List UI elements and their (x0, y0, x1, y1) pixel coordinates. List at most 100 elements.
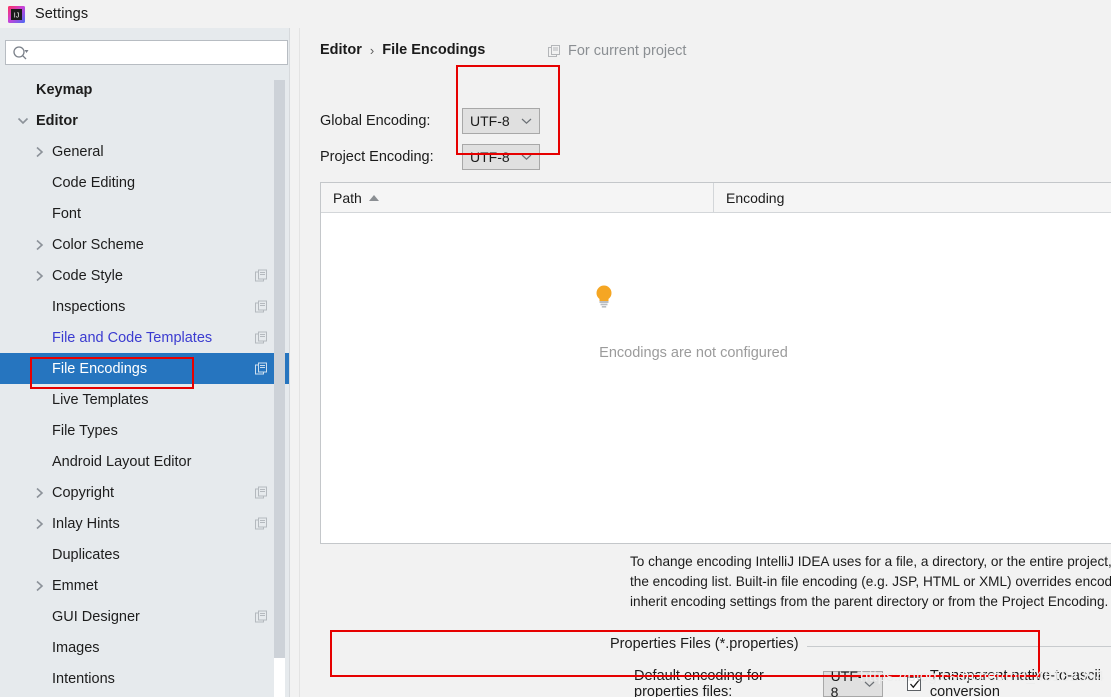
sidebar-item-label: Inspections (52, 298, 126, 315)
project-encoding-combobox[interactable]: UTF-8 (462, 144, 540, 170)
description-text: To change encoding IntelliJ IDEA uses fo… (630, 552, 1111, 612)
project-encoding-value: UTF-8 (470, 149, 510, 165)
chevron-right-icon[interactable] (30, 143, 48, 161)
encodings-table[interactable]: Path Encoding Encodings are not configur… (320, 182, 1111, 544)
sidebar-item-label: General (52, 143, 104, 160)
sidebar-item-label: Copyright (52, 484, 115, 501)
sidebar-item-color-scheme[interactable]: Color Scheme (0, 229, 290, 260)
sidebar-item-label: GUI Designer (52, 608, 140, 625)
global-encoding-label: Global Encoding: (320, 113, 431, 129)
window-title: Settings (35, 6, 89, 22)
sidebar-item-label: File Encodings (52, 360, 148, 377)
chevron-down-icon[interactable] (14, 112, 32, 130)
description-line: inherit encoding settings from the paren… (630, 594, 1109, 609)
settings-window: IJ Settings Keymap Editor General Code Edit… (0, 0, 1111, 697)
properties-group-title: Properties Files (*.properties) (610, 636, 807, 652)
sidebar-item-code-editing[interactable]: Code Editing (0, 167, 290, 198)
watermark: https://blog.csdn.net/m0_46132054 (860, 668, 1105, 685)
sidebar-item-gui-designer[interactable]: GUI Designer (0, 601, 290, 632)
search-box[interactable] (5, 40, 288, 65)
breadcrumb: Editor › File Encodings (320, 42, 485, 58)
sidebar-item-android-layout-editor[interactable]: Android Layout Editor (0, 446, 290, 477)
project-encoding-row: Project Encoding: UTF-8 (320, 144, 540, 170)
sidebar-item-label: Font (52, 205, 82, 222)
lightbulb-icon (593, 283, 615, 309)
sidebar-item-intentions[interactable]: Intentions (0, 663, 290, 694)
copy-settings-icon (548, 44, 561, 58)
breadcrumb-current: File Encodings (382, 42, 486, 58)
sidebar-item-label: File and Code Templates (52, 329, 213, 346)
sidebar-item-emmet[interactable]: Emmet (0, 570, 290, 601)
sidebar-item-label: Editor (36, 112, 78, 129)
intellij-idea-logo-icon: IJ (8, 5, 25, 23)
description-line: To change encoding IntelliJ IDEA uses fo… (630, 554, 1111, 569)
global-encoding-combobox[interactable]: UTF-8 (462, 108, 540, 134)
sidebar-item-file-types[interactable]: File Types (0, 415, 290, 446)
sidebar-item-label: Duplicates (52, 546, 120, 563)
sidebar-item-label: Color Scheme (52, 236, 144, 253)
chevron-right-icon[interactable] (30, 515, 48, 533)
chevron-down-icon (521, 117, 532, 125)
sidebar-item-label: Images (52, 639, 100, 656)
sidebar-item-inspections[interactable]: Inspections (0, 291, 290, 322)
sidebar-item-copyright[interactable]: Copyright (0, 477, 290, 508)
sidebar-item-label: Emmet (52, 577, 98, 594)
search-input[interactable] (34, 41, 284, 64)
sidebar-item-duplicates[interactable]: Duplicates (0, 539, 290, 570)
sidebar-item-file-and-code-templates[interactable]: File and Code Templates (0, 322, 290, 353)
main-panel: Editor › File Encodings For current proj… (290, 28, 1111, 697)
sidebar-item-images[interactable]: Images (0, 632, 290, 663)
table-header-path-label: Path (333, 189, 362, 206)
sidebar-item-label: Inlay Hints (52, 515, 120, 532)
default-encoding-value: UTF-8 (830, 668, 863, 697)
panel-gap (290, 28, 300, 697)
sidebar-item-file-encodings[interactable]: File Encodings (0, 353, 290, 384)
copy-settings-icon (255, 269, 268, 282)
sidebar-item-label: File Types (52, 422, 118, 439)
copy-settings-icon (255, 362, 268, 375)
breadcrumb-root[interactable]: Editor (320, 42, 362, 58)
chevron-right-icon[interactable] (30, 577, 48, 595)
copy-settings-icon (255, 517, 268, 530)
settings-tree[interactable]: Keymap Editor General Code Editing Font Color… (0, 74, 290, 697)
table-header-row: Path Encoding (321, 182, 1111, 213)
table-header-path[interactable]: Path (321, 182, 714, 213)
sidebar-item-inlay-hints[interactable]: Inlay Hints (0, 508, 290, 539)
breadcrumb-separator-icon: › (369, 42, 375, 58)
sidebar-scrollbar-thumb[interactable] (274, 80, 285, 658)
chevron-down-icon (521, 153, 532, 161)
sidebar-item-label: Code Style (52, 267, 123, 284)
chevron-right-icon[interactable] (30, 236, 48, 254)
sidebar-item-code-style[interactable]: Code Style (0, 260, 290, 291)
description-line: the encoding list. Built-in file encodin… (630, 574, 1111, 589)
settings-sidebar: Keymap Editor General Code Editing Font Color… (0, 28, 290, 697)
sidebar-item-keymap[interactable]: Keymap (0, 74, 290, 105)
sidebar-item-live-templates[interactable]: Live Templates (0, 384, 290, 415)
project-encoding-label: Project Encoding: (320, 149, 434, 165)
sidebar-item-label: Code Editing (52, 174, 136, 191)
table-header-encoding[interactable]: Encoding (714, 183, 1111, 213)
copy-settings-icon (255, 331, 268, 344)
search-icon (12, 45, 30, 61)
chevron-right-icon[interactable] (30, 267, 48, 285)
sidebar-item-font[interactable]: Font (0, 198, 290, 229)
copy-settings-icon (255, 300, 268, 313)
sidebar-item-general[interactable]: General (0, 136, 290, 167)
sidebar-item-label: Live Templates (52, 391, 149, 408)
for-current-project[interactable]: For current project (548, 43, 686, 59)
chevron-right-icon[interactable] (30, 484, 48, 502)
sidebar-item-editor[interactable]: Editor (0, 105, 290, 136)
global-encoding-row: Global Encoding: UTF-8 (320, 108, 540, 134)
title-bar: IJ Settings (0, 0, 1111, 28)
sort-ascending-icon (368, 194, 379, 201)
table-empty-message: Encodings are not configured (599, 345, 788, 361)
sidebar-item-label: Intentions (52, 670, 115, 687)
sidebar-item-label: Android Layout Editor (52, 453, 192, 470)
for-current-project-label: For current project (568, 43, 687, 59)
table-header-encoding-label: Encoding (726, 189, 785, 206)
default-encoding-label: Default encoding for properties files: (634, 668, 764, 697)
svg-text:IJ: IJ (14, 12, 19, 19)
global-encoding-value: UTF-8 (470, 113, 510, 129)
table-body: Encodings are not configured (321, 213, 1111, 543)
copy-settings-icon (255, 486, 268, 499)
